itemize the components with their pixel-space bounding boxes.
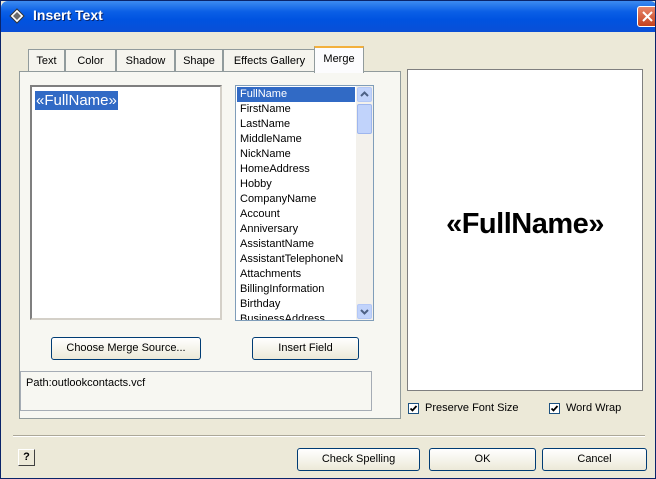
close-icon xyxy=(642,11,653,22)
merge-field-item[interactable]: MiddleName xyxy=(237,132,355,147)
cancel-button[interactable]: Cancel xyxy=(542,448,647,471)
merge-field-item[interactable]: BusinessAddress xyxy=(237,312,355,320)
preview-text: «FullName» xyxy=(446,208,604,240)
merge-field-item[interactable]: FirstName xyxy=(237,102,355,117)
path-text: Path:outlookcontacts.vcf xyxy=(26,377,146,389)
insert-field-button[interactable]: Insert Field xyxy=(252,337,359,360)
merge-field-item[interactable]: Attachments xyxy=(237,267,355,282)
help-button[interactable]: ? xyxy=(18,449,35,466)
scroll-thumb[interactable] xyxy=(357,104,372,134)
checkmark-icon xyxy=(409,405,418,412)
merge-field-item[interactable]: BillingInformation xyxy=(237,282,355,297)
merge-field-item[interactable]: AssistantName xyxy=(237,237,355,252)
scroll-down-button[interactable] xyxy=(357,304,372,319)
window-title: Insert Text xyxy=(33,7,103,23)
tab-color[interactable]: Color xyxy=(65,49,116,71)
app-icon xyxy=(9,8,25,24)
chevron-up-icon xyxy=(360,91,369,97)
word-wrap-label: Word Wrap xyxy=(566,402,622,414)
chevron-down-icon xyxy=(360,309,369,315)
tab-merge[interactable]: Merge xyxy=(314,46,364,73)
preview-area: «FullName» xyxy=(407,69,643,391)
merge-text-value: «FullName» xyxy=(35,91,118,110)
choose-merge-source-button[interactable]: Choose Merge Source... xyxy=(51,337,201,360)
separator-highlight xyxy=(13,436,645,437)
preserve-font-size-label: Preserve Font Size xyxy=(425,402,519,414)
field-items: FullName FirstName LastName MiddleName NickN… xyxy=(237,87,355,320)
merge-field-item[interactable]: Account xyxy=(237,207,355,222)
tab-shape[interactable]: Shape xyxy=(175,49,223,71)
merge-field-item[interactable]: Hobby xyxy=(237,177,355,192)
word-wrap-checkbox[interactable] xyxy=(549,403,560,414)
merge-field-item[interactable]: NickName xyxy=(237,147,355,162)
merge-field-item[interactable]: Birthday xyxy=(237,297,355,312)
field-list-scrollbar[interactable] xyxy=(356,86,373,320)
tab-shadow[interactable]: Shadow xyxy=(116,49,175,71)
title-bar[interactable]: Insert Text xyxy=(1,1,655,32)
preserve-font-size-checkbox[interactable] xyxy=(408,403,419,414)
tab-effects-gallery[interactable]: Effects Gallery xyxy=(223,49,316,71)
merge-field-list[interactable]: FullName FirstName LastName MiddleName NickN… xyxy=(235,85,374,321)
merge-field-item[interactable]: Anniversary xyxy=(237,222,355,237)
checkmark-icon xyxy=(550,405,559,412)
merge-field-item[interactable]: AssistantTelephoneN xyxy=(237,252,355,267)
merge-field-item[interactable]: HomeAddress xyxy=(237,162,355,177)
check-spelling-button[interactable]: Check Spelling xyxy=(297,448,420,471)
scroll-up-button[interactable] xyxy=(357,87,372,102)
merge-field-item[interactable]: LastName xyxy=(237,117,355,132)
close-button[interactable] xyxy=(637,6,655,27)
merge-field-item[interactable]: FullName xyxy=(237,87,355,102)
insert-text-dialog: Insert Text Text Color Shadow Shape Effe… xyxy=(0,0,656,479)
ok-button[interactable]: OK xyxy=(429,448,536,471)
merge-field-item[interactable]: CompanyName xyxy=(237,192,355,207)
path-box: Path:outlookcontacts.vcf xyxy=(20,371,372,411)
merge-text-input[interactable]: «FullName» xyxy=(30,85,222,320)
tab-text[interactable]: Text xyxy=(28,49,65,71)
